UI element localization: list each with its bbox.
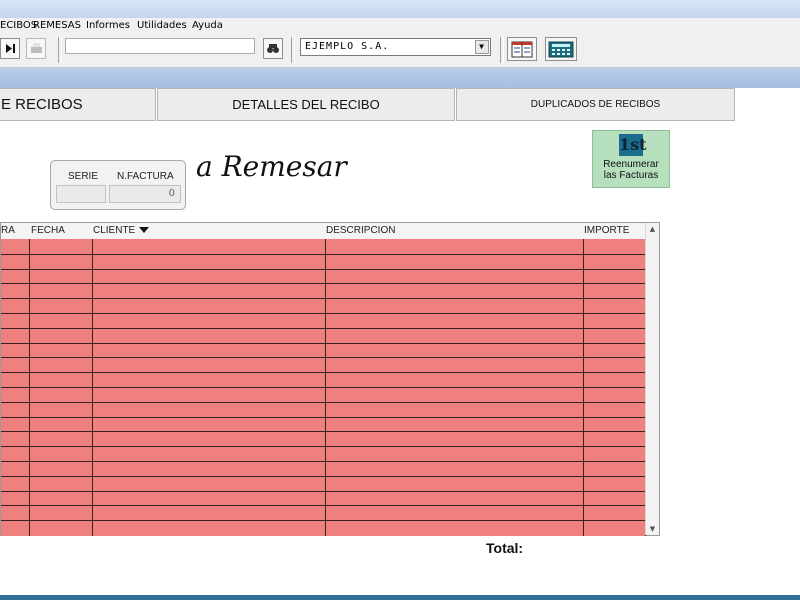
table-row[interactable] [1, 461, 646, 462]
factura-input[interactable]: 0 [109, 185, 181, 203]
section-bar [0, 68, 800, 88]
serie-label: SERIE [68, 171, 99, 182]
print-icon [31, 43, 42, 53]
table-row[interactable] [1, 357, 646, 359]
table-row[interactable] [1, 416, 646, 418]
binoculars-icon [267, 44, 279, 53]
table-row[interactable] [1, 342, 646, 344]
scroll-down-icon[interactable]: ▼ [646, 523, 659, 535]
calendar-button[interactable] [507, 37, 537, 61]
search-input[interactable] [65, 38, 255, 54]
serie-input[interactable] [56, 185, 106, 203]
toolbar-separator [58, 37, 62, 63]
table-row[interactable] [1, 431, 646, 433]
table-row[interactable] [1, 253, 646, 255]
table-row[interactable] [1, 387, 646, 388]
status-bar [0, 595, 800, 600]
column-divider [92, 239, 93, 536]
column-divider [583, 239, 584, 536]
toolbar: EJEMPLO S.A. ▼ [0, 35, 800, 68]
cliente-header-label: CLIENTE [93, 225, 136, 236]
column-header-descripcion[interactable]: DESCRIPCION [326, 225, 395, 236]
print-button[interactable] [26, 38, 46, 59]
menu-recibos[interactable]: ECIBOS [0, 20, 37, 31]
first-badge-icon: 1st [619, 134, 647, 156]
receipts-grid[interactable]: RA FECHA CLIENTE DESCRIPCION IMPORTE ▲ ▼ [0, 222, 660, 536]
total-label: Total: [486, 540, 524, 556]
table-row[interactable] [1, 490, 646, 492]
last-record-icon [6, 44, 15, 53]
column-divider [29, 239, 30, 536]
toolbar-separator [291, 37, 295, 63]
table-row[interactable] [1, 401, 646, 403]
menu-remesas[interactable]: REMESAS [33, 20, 81, 31]
grid-scrollbar[interactable]: ▲ ▼ [645, 223, 659, 535]
company-select[interactable]: EJEMPLO S.A. ▼ [300, 38, 491, 56]
table-row[interactable] [1, 505, 646, 507]
column-divider [325, 239, 326, 536]
table-row[interactable] [1, 268, 646, 270]
grid-header: RA FECHA CLIENTE DESCRIPCION IMPORTE [1, 223, 646, 240]
last-record-button[interactable] [0, 38, 20, 59]
toolbar-separator [500, 37, 504, 63]
sort-descending-icon [139, 227, 150, 234]
renumber-invoices-button[interactable]: 1st Reenumerar las Facturas [592, 130, 670, 188]
calculator-icon [548, 41, 574, 58]
column-header-factura[interactable]: RA [1, 225, 15, 236]
company-select-value: EJEMPLO S.A. [305, 41, 390, 52]
tab-recibos[interactable]: E RECIBOS [0, 88, 156, 121]
calendar-icon [511, 41, 533, 58]
renumber-label-line1: Reenumerar [603, 159, 659, 170]
table-row[interactable] [1, 298, 646, 300]
renumber-label-line2: las Facturas [603, 170, 659, 181]
factura-label: N.FACTURA [117, 171, 174, 182]
find-button[interactable] [263, 38, 283, 59]
table-row[interactable] [1, 446, 646, 448]
menu-bar: ECIBOS REMESAS Informes Utilidades Ayuda [0, 18, 800, 36]
table-row[interactable] [1, 327, 646, 329]
chevron-down-icon[interactable]: ▼ [475, 40, 489, 54]
tab-detalles-del-recibo[interactable]: DETALLES DEL RECIBO [157, 88, 455, 121]
table-row[interactable] [1, 313, 646, 314]
table-row[interactable] [1, 520, 646, 522]
table-row[interactable] [1, 475, 646, 477]
tab-duplicados-de-recibos[interactable]: DUPLICADOS DE RECIBOS [456, 88, 735, 121]
grid-body[interactable] [1, 239, 646, 536]
page-heading: a Remesar [196, 150, 347, 183]
calculator-button[interactable] [545, 37, 577, 61]
scroll-up-icon[interactable]: ▲ [646, 223, 659, 235]
menu-informes[interactable]: Informes [86, 20, 130, 31]
menu-ayuda[interactable]: Ayuda [192, 20, 223, 31]
column-header-importe[interactable]: IMPORTE [584, 225, 629, 236]
column-header-fecha[interactable]: FECHA [31, 225, 65, 236]
column-header-cliente[interactable]: CLIENTE [93, 225, 150, 236]
window-title-bar [0, 0, 800, 18]
invoice-filter-box: SERIE N.FACTURA 0 [50, 160, 186, 210]
table-row[interactable] [1, 372, 646, 374]
table-row[interactable] [1, 283, 646, 285]
menu-utilidades[interactable]: Utilidades [137, 20, 187, 31]
